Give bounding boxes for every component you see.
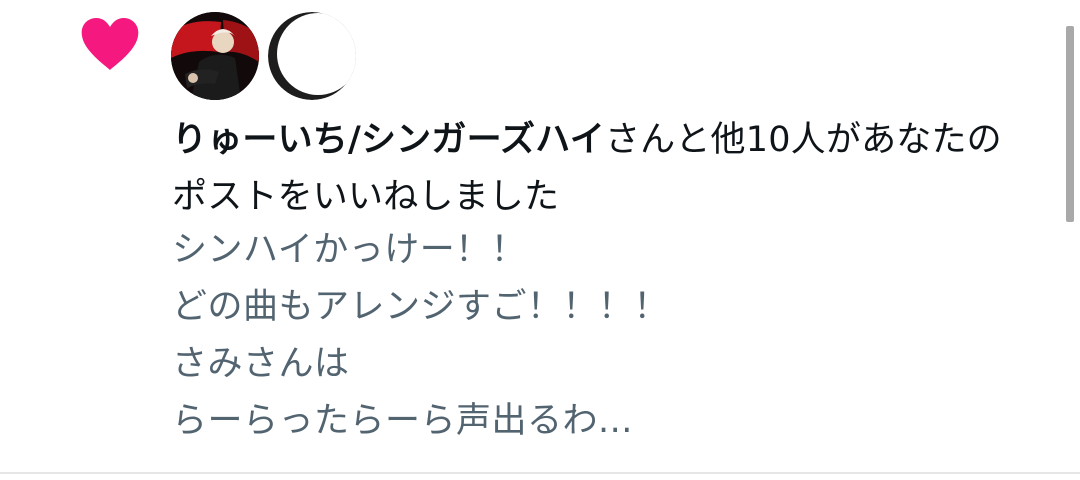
liker-name-link[interactable]: りゅーいち/シンガーズハイ	[172, 120, 605, 160]
avatar[interactable]	[171, 12, 259, 100]
post-text-line: らーらったらーら声出るわ...	[172, 401, 633, 441]
like-notification[interactable]: りゅーいち/シンガーズハイさんと他10人があなたのポストをいいねしました シンハ…	[0, 0, 1080, 480]
like-summary: りゅーいち/シンガーズハイさんと他10人があなたのポストをいいねしました	[172, 112, 1032, 226]
post-text-line: どの曲もアレンジすご！！！！	[172, 287, 670, 327]
heart-icon	[80, 18, 140, 72]
scrollbar[interactable]	[1066, 26, 1074, 222]
avatar[interactable]	[268, 12, 356, 100]
post-preview[interactable]: シンハイかっけー！！ どの曲もアレンジすご！！！！ さみさんは らーらったらーら…	[172, 222, 1032, 450]
post-text-line: さみさんは	[172, 344, 350, 384]
divider	[0, 472, 1080, 474]
post-text-line: シンハイかっけー！！	[172, 230, 527, 270]
